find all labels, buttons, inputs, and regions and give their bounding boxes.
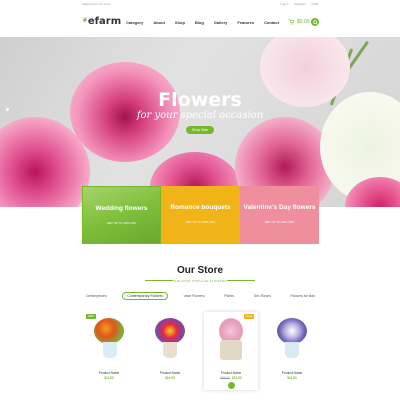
sale-badge: SALE bbox=[243, 314, 254, 319]
product-card[interactable]: NEW Product Name $11.00 bbox=[82, 312, 136, 390]
promo-offer: GET UP TO 40% OFF bbox=[106, 221, 137, 225]
login-link[interactable]: Log in bbox=[280, 2, 288, 6]
welcome-text: Welcome to our store bbox=[82, 2, 111, 6]
nav-gallery[interactable]: Gallery bbox=[214, 20, 228, 25]
product-image[interactable] bbox=[277, 318, 307, 344]
top-utility-bar: Welcome to our store Log in Register USD bbox=[0, 0, 400, 8]
store-title: Our Store bbox=[176, 265, 224, 276]
site-header: ❦efarm Category About Shop Blog Gallery … bbox=[0, 8, 400, 36]
product-card[interactable]: Product Name $11.00 bbox=[265, 312, 319, 390]
nav-contact[interactable]: Contact bbox=[264, 20, 279, 25]
product-image[interactable] bbox=[94, 318, 124, 344]
product-grid: NEW Product Name $11.00 Product Name $10… bbox=[82, 312, 319, 390]
product-price: $11.00 bbox=[265, 376, 319, 380]
promo-wedding[interactable]: Wedding flowers GET UP TO 40% OFF bbox=[82, 186, 161, 244]
product-name[interactable]: Product Name bbox=[82, 371, 136, 375]
promo-title: Wedding flowers bbox=[95, 205, 148, 212]
old-price: $90.00 bbox=[220, 376, 230, 380]
account-links: Log in Register USD bbox=[280, 2, 318, 6]
hero-title: Flowers bbox=[158, 89, 242, 111]
product-image[interactable] bbox=[155, 318, 185, 344]
divider bbox=[227, 280, 255, 281]
search-icon bbox=[312, 19, 318, 25]
currency-selector[interactable]: USD bbox=[312, 2, 318, 6]
gift-box-image bbox=[220, 340, 242, 360]
tab-contemporary-flowers[interactable]: Contemporary Flowers bbox=[122, 292, 168, 300]
promo-romance[interactable]: Romance bouquets GET UP TO 30% OFF bbox=[161, 186, 240, 244]
product-name[interactable]: Product Name bbox=[143, 371, 197, 375]
price-value: $11.00 bbox=[104, 376, 114, 380]
main-nav: Category About Shop Blog Gallery Feature… bbox=[126, 20, 279, 25]
tab-flowers-for-kids[interactable]: Flowers for kids bbox=[286, 292, 319, 300]
add-to-cart-button[interactable] bbox=[228, 382, 235, 389]
promo-title: Valentine's Day flowers bbox=[243, 204, 316, 211]
tab-sec-roses[interactable]: Sec Roses bbox=[250, 292, 275, 300]
promo-title: Romance bouquets bbox=[170, 204, 231, 211]
register-link[interactable]: Register bbox=[294, 2, 305, 6]
product-price: $90.00 $75.00 bbox=[204, 376, 258, 380]
shop-now-button[interactable]: Shop Now bbox=[186, 126, 214, 134]
vase-image bbox=[163, 342, 177, 358]
product-price: $10.00 bbox=[143, 376, 197, 380]
product-name[interactable]: Product Name bbox=[204, 371, 258, 375]
nav-shop[interactable]: Shop bbox=[175, 20, 185, 25]
store-tabs: Centerpieces Contemporary Flowers Vase F… bbox=[82, 292, 319, 300]
hero-banner: Flowers for your special occasion Shop N… bbox=[0, 37, 400, 207]
product-card[interactable]: Product Name $10.00 bbox=[143, 312, 197, 390]
nav-features[interactable]: Features bbox=[237, 20, 254, 25]
vase-image bbox=[285, 342, 299, 358]
logo-text: efarm bbox=[87, 16, 122, 27]
promo-offer: GET UP TO 25% OFF bbox=[264, 220, 295, 224]
nav-about[interactable]: About bbox=[153, 20, 165, 25]
promo-valentines[interactable]: Valentine's Day flowers GET UP TO 25% OF… bbox=[240, 186, 319, 244]
site-logo[interactable]: ❦efarm bbox=[82, 16, 121, 27]
hero-subtitle: for your special occasion bbox=[136, 110, 264, 121]
tab-plants[interactable]: Plants bbox=[220, 292, 238, 300]
nav-blog[interactable]: Blog bbox=[195, 20, 204, 25]
nav-category[interactable]: Category bbox=[126, 20, 143, 25]
product-name[interactable]: Product Name bbox=[265, 371, 319, 375]
promo-tiles: Wedding flowers GET UP TO 40% OFF Romanc… bbox=[82, 186, 319, 244]
product-price: $11.00 bbox=[82, 376, 136, 380]
page: Welcome to our store Log in Register USD… bbox=[0, 0, 400, 400]
price-value: $11.00 bbox=[287, 376, 297, 380]
store-subtitle: THE MOST POPULAR FLOWERS bbox=[173, 279, 227, 283]
product-card[interactable]: SALE Product Name $90.00 $75.00 bbox=[204, 312, 258, 390]
tab-vase-flowers[interactable]: Vase Flowers bbox=[180, 292, 209, 300]
cart-icon bbox=[288, 19, 294, 25]
vase-image bbox=[103, 342, 117, 358]
cart-button[interactable]: $0.00 bbox=[288, 19, 310, 25]
promo-offer: GET UP TO 30% OFF bbox=[185, 220, 216, 224]
tab-centerpieces[interactable]: Centerpieces bbox=[82, 292, 111, 300]
cart-total: $0.00 bbox=[297, 19, 310, 25]
price-value: $75.00 bbox=[232, 376, 242, 380]
new-badge: NEW bbox=[86, 314, 96, 319]
price-value: $10.00 bbox=[165, 376, 175, 380]
search-button[interactable] bbox=[311, 18, 319, 26]
